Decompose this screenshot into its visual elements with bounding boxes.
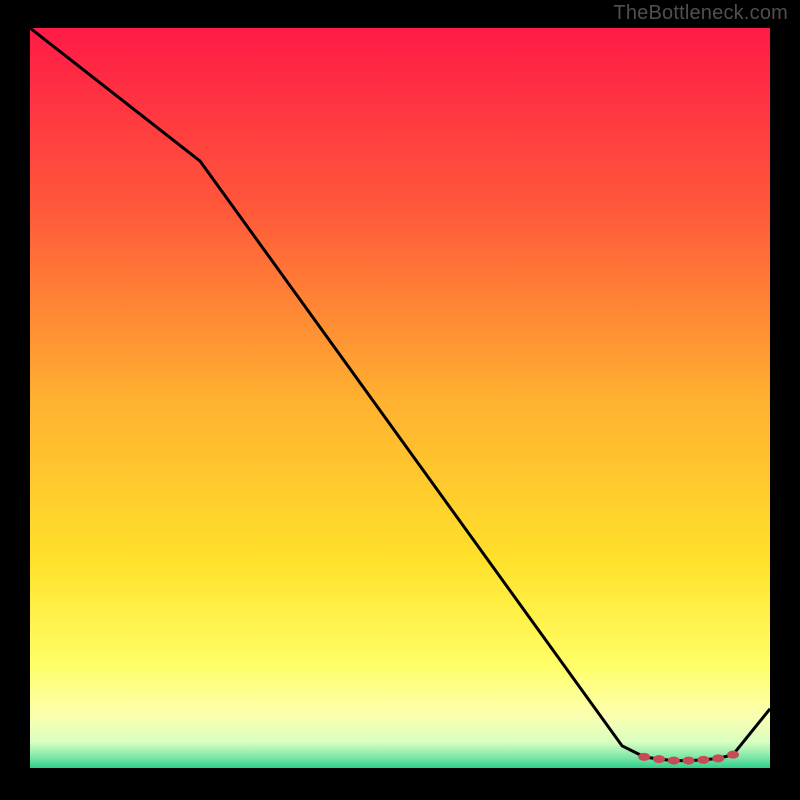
data-marker (697, 756, 709, 764)
data-marker (668, 757, 680, 765)
chart-background (30, 28, 770, 768)
chart-svg (30, 28, 770, 768)
data-marker (683, 757, 695, 765)
data-marker (727, 751, 739, 759)
data-marker (638, 753, 650, 761)
attribution-text: TheBottleneck.com (613, 2, 788, 25)
data-marker (653, 755, 665, 763)
plot-area (30, 28, 770, 768)
data-marker (712, 754, 724, 762)
chart-frame: TheBottleneck.com (0, 0, 800, 800)
